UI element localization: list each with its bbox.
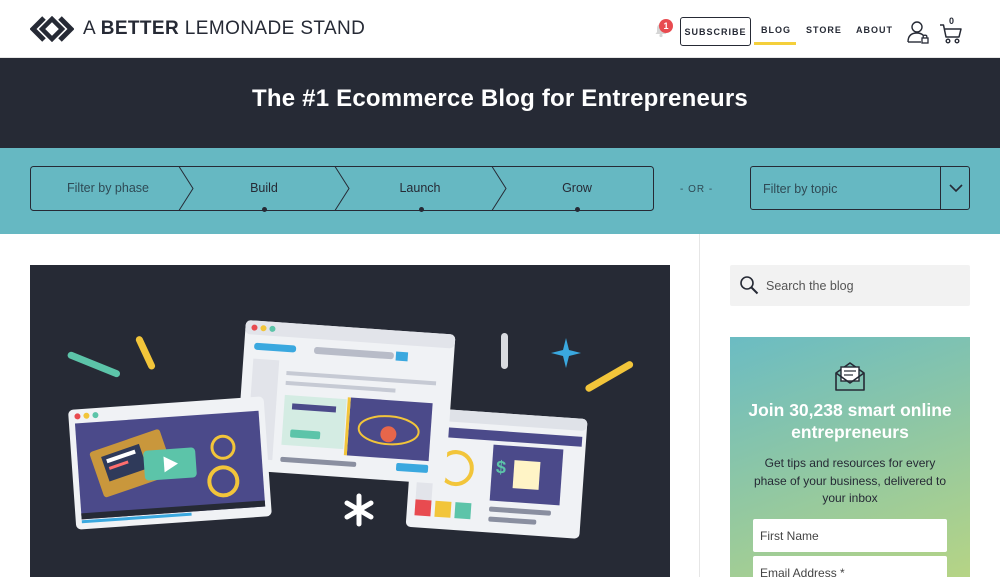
site-header: A BETTER LEMONADE STAND 1 SUBSCRIBE BLOG… [0,0,1000,58]
logo-text: A BETTER LEMONADE STAND [83,18,366,39]
chevron-down-icon[interactable] [948,181,964,195]
topic-filter-select[interactable]: Filter by topic [750,166,970,210]
phase-filter: Filter by phase Build Launch Grow [30,166,654,212]
sidebar-divider [699,234,700,577]
signup-description: Get tips and resources for every phase o… [753,456,947,505]
svg-text:$: $ [495,457,506,478]
or-separator: - OR - [680,184,714,195]
phase-launch[interactable]: Launch [342,181,498,195]
active-nav-indicator [754,42,796,45]
search-icon[interactable] [739,275,759,295]
phase-grow[interactable]: Grow [499,181,655,195]
phase-launch-dot [419,207,424,212]
subscribe-button[interactable]: SUBSCRIBE [680,17,751,46]
notification-badge: 1 [659,19,673,33]
signup-title: Join 30,238 smart online entrepreneurs [748,400,952,442]
ecommerce-illustration: $ [67,320,634,539]
page-title: The #1 Ecommerce Blog for Entrepreneurs [252,85,748,112]
newsletter-signup: Join 30,238 smart online entrepreneurs G… [730,337,970,577]
phase-filter-label: Filter by phase [67,181,149,195]
select-divider [940,167,941,209]
featured-post-image[interactable]: $ [30,265,670,577]
nav-link-blog[interactable]: BLOG [761,25,791,35]
nav-link-store[interactable]: STORE [806,25,842,35]
phase-build[interactable]: Build [186,181,342,195]
topic-filter-placeholder: Filter by topic [763,182,838,196]
cart-icon[interactable] [939,22,963,44]
mail-icon [835,362,865,391]
blog-search [730,265,970,306]
first-name-field[interactable] [753,519,947,552]
nav-link-about[interactable]: ABOUT [856,25,893,35]
logo-mark-icon [30,16,74,42]
site-logo[interactable]: A BETTER LEMONADE STAND [30,16,365,42]
hero-banner: The #1 Ecommerce Blog for Entrepreneurs [0,58,1000,148]
email-field[interactable] [753,556,947,577]
phase-grow-dot [575,207,580,212]
account-icon[interactable] [906,20,930,44]
phase-build-dot [262,207,267,212]
search-input[interactable] [766,265,962,306]
